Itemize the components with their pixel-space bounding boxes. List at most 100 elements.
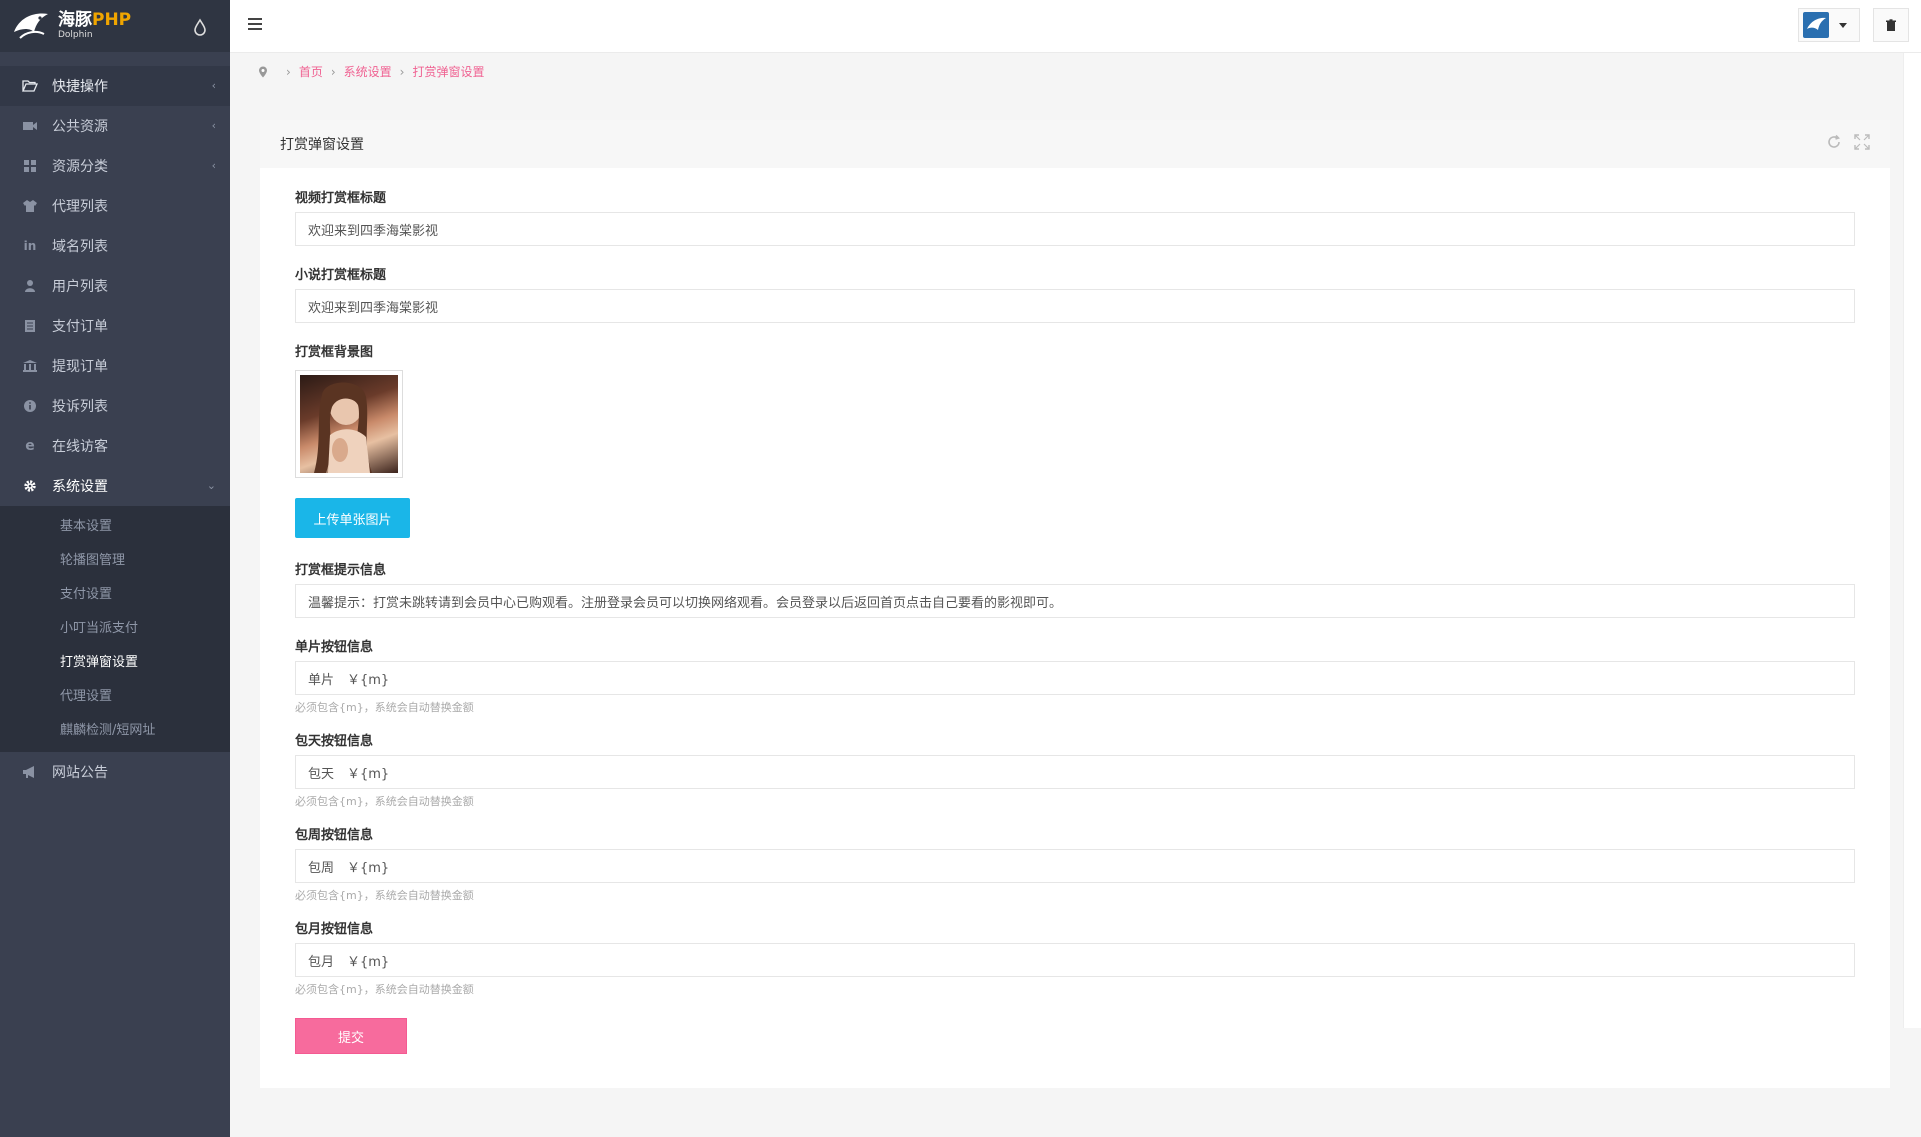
user-icon — [22, 278, 38, 294]
brand-text: 海豚PHP Dolphin — [58, 12, 131, 40]
video-camera-icon — [22, 118, 38, 134]
video-title-field: 视频打赏框标题 — [295, 188, 1855, 246]
help-text: 必须包含{m}，系统会自动替换金额 — [295, 795, 474, 808]
sidebar-item-payment-orders[interactable]: 支付订单 — [0, 306, 230, 346]
weekly-button-field: 包周按钮信息 必须包含{m}，系统会自动替换金额 — [295, 825, 1855, 906]
sidebar-item-label: 提现订单 — [52, 359, 108, 375]
submenu-item-qilin-check[interactable]: 麒麟检测/短网址 — [0, 714, 230, 748]
info-icon — [22, 398, 38, 414]
brand-name: 海豚PHP — [58, 10, 132, 30]
brand-sub: Dolphin — [58, 30, 93, 40]
sidebar-item-agents[interactable]: 代理列表 — [0, 186, 230, 226]
bg-image-thumbnail[interactable] — [295, 370, 403, 478]
grid-icon — [22, 158, 38, 174]
system-settings-submenu: 基本设置 轮播图管理 支付设置 小叮当派支付 打赏弹窗设置 代理设置 麒麟检测/… — [0, 506, 230, 752]
user-menu-button[interactable] — [1798, 8, 1860, 42]
ie-icon: e — [25, 438, 35, 454]
clear-cache-button[interactable] — [1873, 8, 1909, 42]
panel-title: 打赏弹窗设置 — [280, 137, 364, 153]
sidebar-header: 海豚PHP Dolphin — [0, 0, 230, 52]
daily-button-field: 包天按钮信息 必须包含{m}，系统会自动替换金额 — [295, 731, 1855, 812]
breadcrumb-home-link[interactable]: 首页 — [299, 63, 323, 80]
tip-field: 打赏框提示信息 — [295, 560, 1855, 618]
sidebar-item-label: 资源分类 — [52, 159, 108, 175]
shirt-icon — [22, 198, 38, 214]
tip-input[interactable] — [295, 584, 1855, 618]
dolphin-logo-icon[interactable] — [10, 6, 52, 46]
breadcrumb-separator: › — [286, 64, 291, 79]
submenu-item-xiaodingdang-pay[interactable]: 小叮当派支付 — [0, 612, 230, 646]
folder-open-icon — [22, 78, 38, 94]
single-button-input[interactable] — [295, 661, 1855, 695]
list-icon — [22, 318, 38, 334]
submenu-item-reward-popup-settings[interactable]: 打赏弹窗设置 — [0, 646, 230, 680]
bank-icon — [22, 358, 38, 374]
sidebar-item-label: 公共资源 — [52, 119, 108, 135]
sidebar-item-site-announcements[interactable]: 网站公告 — [0, 752, 230, 792]
submenu-item-carousel[interactable]: 轮播图管理 — [0, 544, 230, 578]
panel-header: 打赏弹窗设置 — [260, 120, 1890, 168]
linkedin-icon: in — [23, 239, 37, 253]
monthly-button-input[interactable] — [295, 943, 1855, 977]
sidebar-item-label: 代理列表 — [52, 199, 108, 215]
breadcrumb: › 首页 › 系统设置 › 打赏弹窗设置 — [258, 63, 484, 80]
field-label: 小说打赏框标题 — [295, 268, 387, 283]
weekly-button-input[interactable] — [295, 849, 1855, 883]
water-drop-icon[interactable] — [192, 18, 208, 36]
expand-icon[interactable] — [1854, 134, 1870, 150]
field-label: 视频打赏框标题 — [295, 191, 387, 206]
caret-down-icon — [1839, 22, 1847, 28]
gear-icon — [22, 478, 38, 494]
sidebar-item-users[interactable]: 用户列表 — [0, 266, 230, 306]
bullhorn-icon — [22, 764, 38, 780]
daily-button-input[interactable] — [295, 755, 1855, 789]
page-scrollbar[interactable] — [1903, 53, 1921, 1028]
sidebar: 海豚PHP Dolphin 快捷操作 ‹ 公共资源 ‹ 资源分类 ‹ 代理列表 … — [0, 0, 230, 1137]
sidebar-item-complaints[interactable]: 投诉列表 — [0, 386, 230, 426]
settings-panel: 打赏弹窗设置 视频打赏框标题 小说打赏框标题 打赏框背景图 — [260, 120, 1890, 1088]
sidebar-item-online-visitors[interactable]: e 在线访客 — [0, 426, 230, 466]
sidebar-item-quick-actions[interactable]: 快捷操作 ‹ — [0, 66, 230, 106]
sidebar-item-system-settings[interactable]: 系统设置 ⌄ — [0, 466, 230, 506]
panel-body: 视频打赏框标题 小说打赏框标题 打赏框背景图 上传单张图片 — [260, 168, 1890, 1054]
sidebar-nav: 快捷操作 ‹ 公共资源 ‹ 资源分类 ‹ 代理列表 in 域名列表 用户列表 支… — [0, 66, 230, 506]
breadcrumb-separator: › — [399, 64, 405, 79]
video-title-input[interactable] — [295, 212, 1855, 246]
sidebar-item-public-resources[interactable]: 公共资源 ‹ — [0, 106, 230, 146]
sidebar-item-label: 系统设置 — [52, 479, 108, 495]
help-text: 必须包含{m}，系统会自动替换金额 — [295, 983, 474, 996]
trash-icon — [1886, 18, 1896, 31]
single-button-field: 单片按钮信息 必须包含{m}，系统会自动替换金额 — [295, 637, 1855, 718]
sidebar-item-label: 网站公告 — [52, 765, 108, 781]
submenu-item-agent-settings[interactable]: 代理设置 — [0, 680, 230, 714]
sidebar-item-resource-categories[interactable]: 资源分类 ‹ — [0, 146, 230, 186]
field-label: 打赏框背景图 — [295, 345, 374, 360]
novel-title-field: 小说打赏框标题 — [295, 265, 1855, 323]
avatar — [1803, 12, 1829, 38]
bg-image-field: 打赏框背景图 上传单张图片 — [295, 342, 1855, 538]
monthly-button-field: 包月按钮信息 必须包含{m}，系统会自动替换金额 — [295, 919, 1855, 1000]
submit-button[interactable]: 提交 — [295, 1018, 407, 1054]
novel-title-input[interactable] — [295, 289, 1855, 323]
upload-single-image-button[interactable]: 上传单张图片 — [295, 498, 410, 538]
breadcrumb-separator: › — [330, 64, 336, 79]
hamburger-menu-icon[interactable] — [248, 18, 262, 30]
field-label: 打赏框提示信息 — [295, 563, 387, 578]
breadcrumb-current[interactable]: 打赏弹窗设置 — [412, 63, 484, 80]
sidebar-nav-after: 网站公告 — [0, 752, 230, 792]
submenu-item-basic-settings[interactable]: 基本设置 — [0, 510, 230, 544]
sidebar-item-domains[interactable]: in 域名列表 — [0, 226, 230, 266]
sidebar-item-withdraw-orders[interactable]: 提现订单 — [0, 346, 230, 386]
breadcrumb-system-settings-link[interactable]: 系统设置 — [344, 63, 392, 80]
refresh-icon[interactable] — [1826, 134, 1842, 150]
chevron-left-icon: ‹ — [211, 159, 216, 172]
sidebar-item-label: 在线访客 — [52, 439, 108, 455]
sidebar-item-label: 支付订单 — [52, 319, 108, 335]
field-label: 包周按钮信息 — [295, 828, 374, 843]
help-text: 必须包含{m}，系统会自动替换金额 — [295, 889, 474, 902]
sidebar-item-label: 快捷操作 — [52, 79, 108, 95]
field-label: 包月按钮信息 — [295, 922, 374, 937]
submenu-item-payment-settings[interactable]: 支付设置 — [0, 578, 230, 612]
chevron-left-icon: ‹ — [211, 79, 216, 92]
field-label: 单片按钮信息 — [295, 640, 374, 655]
